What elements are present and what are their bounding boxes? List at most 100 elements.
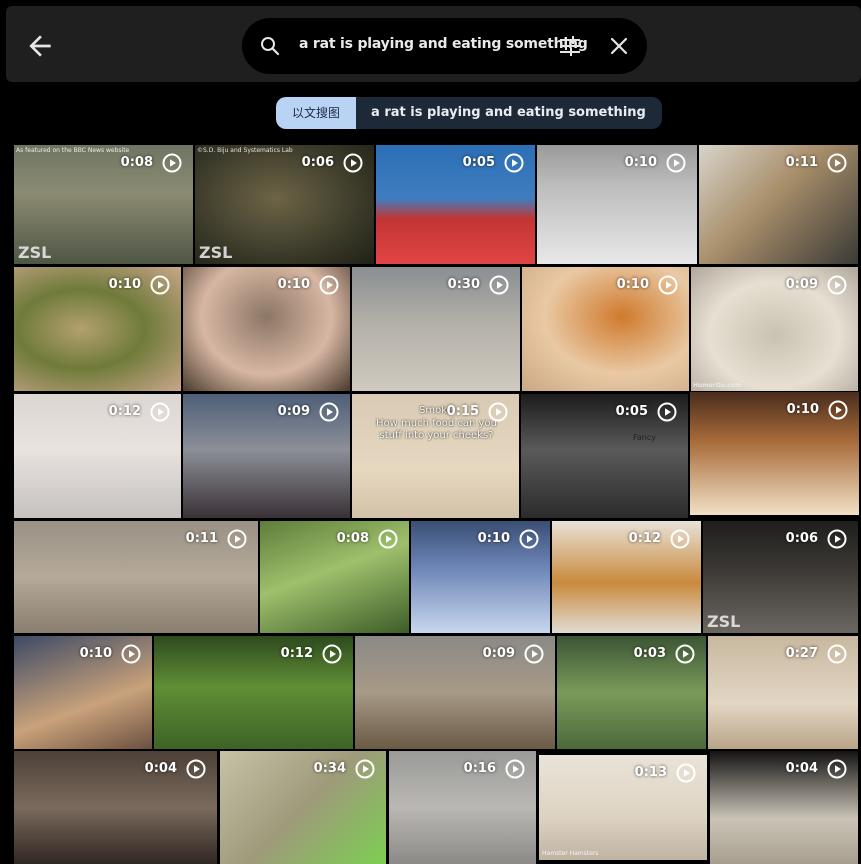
video-duration: 0:09 xyxy=(785,277,818,292)
video-duration: 0:16 xyxy=(463,761,496,776)
video-duration: 0:34 xyxy=(313,761,346,776)
play-circle-icon[interactable] xyxy=(827,529,847,549)
video-thumbnail[interactable]: HumorOn.com 0:09 xyxy=(691,267,858,391)
play-circle-icon[interactable] xyxy=(322,644,342,664)
video-thumbnail[interactable]: 0:11 xyxy=(14,521,258,633)
thumbnail-watermark: ZSL xyxy=(707,612,741,631)
video-thumbnail[interactable]: 0:04 xyxy=(14,751,217,864)
play-circle-icon[interactable] xyxy=(828,400,848,420)
play-circle-icon[interactable] xyxy=(319,402,339,422)
video-thumbnail[interactable]: 0:10 xyxy=(183,267,350,391)
video-thumbnail[interactable]: 0:08 xyxy=(260,521,409,633)
play-circle-icon[interactable] xyxy=(227,529,247,549)
play-circle-icon[interactable] xyxy=(504,153,524,173)
play-circle-icon[interactable] xyxy=(827,153,847,173)
arrow-left-icon[interactable] xyxy=(24,30,56,62)
video-duration: 0:09 xyxy=(277,404,310,419)
video-thumbnail[interactable]: 0:11 xyxy=(699,145,858,264)
play-circle-icon[interactable] xyxy=(186,759,206,779)
search-query-text[interactable]: a rat is playing and eating something xyxy=(299,36,588,52)
video-thumbnail[interactable]: ©S.D. Biju and Systematics Lab ZSL 0:06 xyxy=(195,145,374,264)
video-thumbnail[interactable]: 0:12 xyxy=(14,394,181,518)
video-thumbnail[interactable]: 0:04 xyxy=(710,751,858,864)
video-duration: 0:15 xyxy=(446,404,479,419)
close-icon[interactable] xyxy=(607,34,631,58)
video-duration: 0:10 xyxy=(79,646,112,661)
play-circle-icon[interactable] xyxy=(150,275,170,295)
play-circle-icon[interactable] xyxy=(378,529,398,549)
video-thumbnail[interactable]: 0:09 xyxy=(355,636,555,749)
video-duration: 0:10 xyxy=(624,155,657,170)
play-circle-icon[interactable] xyxy=(489,275,509,295)
video-thumbnail[interactable]: 0:09 xyxy=(183,394,350,518)
video-thumbnail[interactable]: As featured on the BBC News website ZSL 0:… xyxy=(14,145,193,264)
video-thumbnail[interactable]: 0:05 xyxy=(376,145,535,264)
play-circle-icon[interactable] xyxy=(121,644,141,664)
video-thumbnail[interactable]: 0:12 xyxy=(154,636,353,749)
play-circle-icon[interactable] xyxy=(670,529,690,549)
chip-query[interactable]: a rat is playing and eating something xyxy=(356,97,662,129)
video-thumbnail[interactable]: 0:27 xyxy=(708,636,858,749)
video-duration: 0:05 xyxy=(615,404,648,419)
video-thumbnail[interactable]: 0:16 xyxy=(389,751,536,864)
video-thumbnail[interactable]: 0:10 xyxy=(522,267,689,391)
play-circle-icon[interactable] xyxy=(524,644,544,664)
video-thumbnail[interactable]: ZSL 0:06 xyxy=(703,521,858,633)
video-duration: 0:13 xyxy=(634,765,667,780)
play-circle-icon[interactable] xyxy=(505,759,525,779)
video-thumbnail[interactable]: 0:10 xyxy=(14,267,181,391)
chip-text-to-image[interactable]: 以文搜图 xyxy=(276,97,357,129)
play-circle-icon[interactable] xyxy=(319,275,339,295)
thumbnail-overlay-text: How much food can you stuff into your ch… xyxy=(376,418,497,441)
thumbnail-caption: As featured on the BBC News website xyxy=(16,147,130,154)
video-duration: 0:04 xyxy=(785,761,818,776)
play-circle-icon[interactable] xyxy=(519,529,539,549)
search-icon[interactable] xyxy=(258,34,282,58)
play-circle-icon[interactable] xyxy=(666,153,686,173)
video-duration: 0:03 xyxy=(633,646,666,661)
thumbnail-image xyxy=(14,521,258,633)
video-duration: 0:30 xyxy=(447,277,480,292)
play-circle-icon[interactable] xyxy=(488,402,508,422)
video-thumbnail[interactable]: Hamster Hamsters 0:13 xyxy=(539,755,707,860)
play-circle-icon[interactable] xyxy=(355,759,375,779)
video-thumbnail[interactable]: 0:10 xyxy=(537,145,697,264)
tune-icon[interactable] xyxy=(558,34,582,58)
thumbnail-watermark: ZSL xyxy=(199,243,233,262)
video-thumbnail[interactable]: 0:30 xyxy=(352,267,520,391)
video-duration: 0:08 xyxy=(336,531,369,546)
video-thumbnail-selected[interactable]: 0:10 xyxy=(690,392,859,515)
video-thumbnail[interactable]: Smoke How much food can you stuff into yo… xyxy=(352,394,519,518)
video-duration: 0:10 xyxy=(108,277,141,292)
play-circle-icon[interactable] xyxy=(343,153,363,173)
play-circle-icon[interactable] xyxy=(657,402,677,422)
video-thumbnail[interactable]: 0:12 xyxy=(552,521,701,633)
search-mode-chip-group: 以文搜图 a rat is playing and eating somethi… xyxy=(276,97,662,129)
video-thumbnail[interactable]: 0:10 xyxy=(411,521,550,633)
play-circle-icon[interactable] xyxy=(658,275,678,295)
video-thumbnail[interactable]: 0:34 xyxy=(220,751,386,864)
play-circle-icon[interactable] xyxy=(827,759,847,779)
video-duration: 0:05 xyxy=(462,155,495,170)
video-duration: 0:10 xyxy=(786,402,819,417)
video-duration: 0:08 xyxy=(120,155,153,170)
video-duration: 0:12 xyxy=(108,404,141,419)
thumbnail-watermark: HumorOn.com xyxy=(693,382,742,389)
play-circle-icon[interactable] xyxy=(150,402,170,422)
play-circle-icon[interactable] xyxy=(827,644,847,664)
video-duration: 0:06 xyxy=(301,155,334,170)
play-circle-icon[interactable] xyxy=(675,644,695,664)
video-duration: 0:27 xyxy=(785,646,818,661)
video-duration: 0:10 xyxy=(616,277,649,292)
video-thumbnail[interactable]: 0:03 xyxy=(557,636,706,749)
video-duration: 0:11 xyxy=(185,531,218,546)
play-circle-icon[interactable] xyxy=(827,275,847,295)
video-duration: 0:12 xyxy=(280,646,313,661)
video-duration: 0:09 xyxy=(482,646,515,661)
video-thumbnail[interactable]: 0:10 xyxy=(14,636,152,749)
video-thumbnail[interactable]: Fancy 0:05 xyxy=(521,394,688,518)
thumbnail-watermark: ZSL xyxy=(18,243,52,262)
play-circle-icon[interactable] xyxy=(162,153,182,173)
video-duration: 0:06 xyxy=(785,531,818,546)
play-circle-icon[interactable] xyxy=(676,763,696,783)
